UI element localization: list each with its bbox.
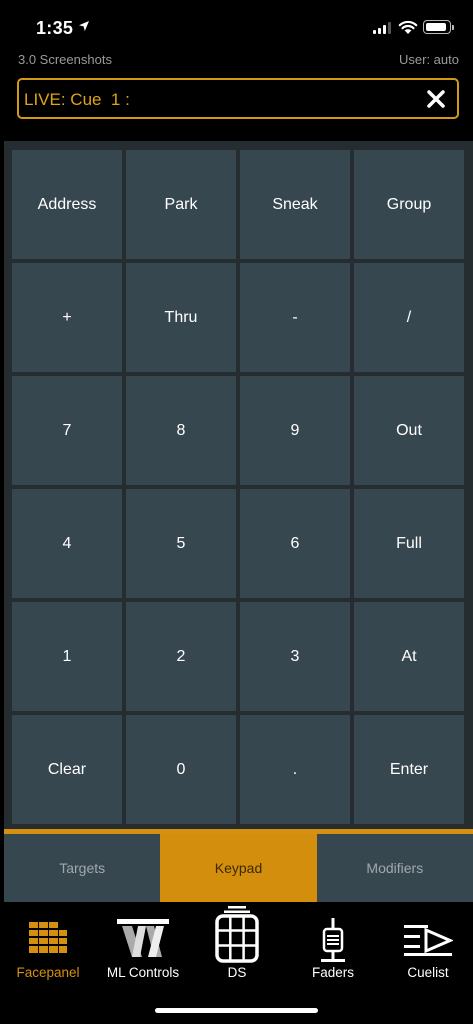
status-time: 1:35	[36, 18, 74, 38]
command-line-text: LIVE: Cue 1 :	[24, 90, 130, 109]
tab-keypad[interactable]: Keypad	[160, 834, 317, 902]
status-bar: 1:35	[0, 0, 473, 50]
nav-faders[interactable]: Faders	[286, 905, 380, 987]
facepanel-tabs: Targets Keypad Modifiers	[4, 834, 473, 902]
keypad-grid: Address Park Sneak Group + Thru - / 7 8 …	[12, 150, 464, 824]
key-8[interactable]: 8	[126, 376, 236, 485]
key-3[interactable]: 3	[240, 602, 350, 711]
cuelist-icon	[404, 925, 453, 956]
key-clear[interactable]: Clear	[12, 715, 122, 824]
key-9[interactable]: 9	[240, 376, 350, 485]
key-group[interactable]: Group	[354, 150, 464, 259]
home-indicator	[155, 1008, 318, 1013]
nav-facepanel[interactable]: Facepanel	[1, 905, 95, 987]
close-icon[interactable]	[425, 88, 447, 110]
direct-selects-icon	[215, 906, 259, 963]
user-label: User: auto	[399, 52, 459, 67]
key-6[interactable]: 6	[240, 489, 350, 598]
key-full[interactable]: Full	[354, 489, 464, 598]
key-enter[interactable]: Enter	[354, 715, 464, 824]
cellular-signal-icon	[373, 22, 391, 34]
key-5[interactable]: 5	[126, 489, 236, 598]
key-park[interactable]: Park	[126, 150, 236, 259]
key-1[interactable]: 1	[12, 602, 122, 711]
nav-ds[interactable]: DS	[190, 905, 284, 987]
key-thru[interactable]: Thru	[126, 263, 236, 372]
show-name: 3.0 Screenshots	[18, 52, 112, 67]
key-7[interactable]: 7	[12, 376, 122, 485]
key-out[interactable]: Out	[354, 376, 464, 485]
facepanel-icon	[29, 922, 67, 953]
wifi-icon	[398, 20, 418, 34]
key-dot[interactable]: .	[240, 715, 350, 824]
keypad-panel: Address Park Sneak Group + Thru - / 7 8 …	[4, 141, 473, 831]
nav-cuelist[interactable]: Cuelist	[381, 905, 473, 987]
key-0[interactable]: 0	[126, 715, 236, 824]
ml-controls-icon	[117, 919, 169, 957]
nav-cuelist-label: Cuelist	[407, 965, 449, 980]
faders-icon	[321, 918, 345, 962]
show-info-row: 3.0 Screenshots User: auto	[0, 50, 473, 70]
key-address[interactable]: Address	[12, 150, 122, 259]
key-sneak[interactable]: Sneak	[240, 150, 350, 259]
command-line[interactable]: LIVE: Cue 1 :	[17, 78, 459, 119]
nav-facepanel-label: Facepanel	[16, 965, 80, 980]
nav-ml-controls-label: ML Controls	[106, 965, 180, 980]
nav-ds-label: DS	[227, 965, 247, 980]
location-arrow-icon	[79, 21, 89, 31]
key-slash[interactable]: /	[354, 263, 464, 372]
bottom-nav: Facepanel ML Controls DS Faders Cuelist	[0, 905, 473, 1024]
battery-icon	[423, 20, 454, 34]
key-2[interactable]: 2	[126, 602, 236, 711]
key-4[interactable]: 4	[12, 489, 122, 598]
tab-modifiers[interactable]: Modifiers	[317, 834, 473, 902]
nav-ml-controls[interactable]: ML Controls	[96, 905, 190, 987]
key-plus[interactable]: +	[12, 263, 122, 372]
tab-targets[interactable]: Targets	[4, 834, 160, 902]
nav-faders-label: Faders	[311, 965, 355, 980]
key-minus[interactable]: -	[240, 263, 350, 372]
key-at[interactable]: At	[354, 602, 464, 711]
